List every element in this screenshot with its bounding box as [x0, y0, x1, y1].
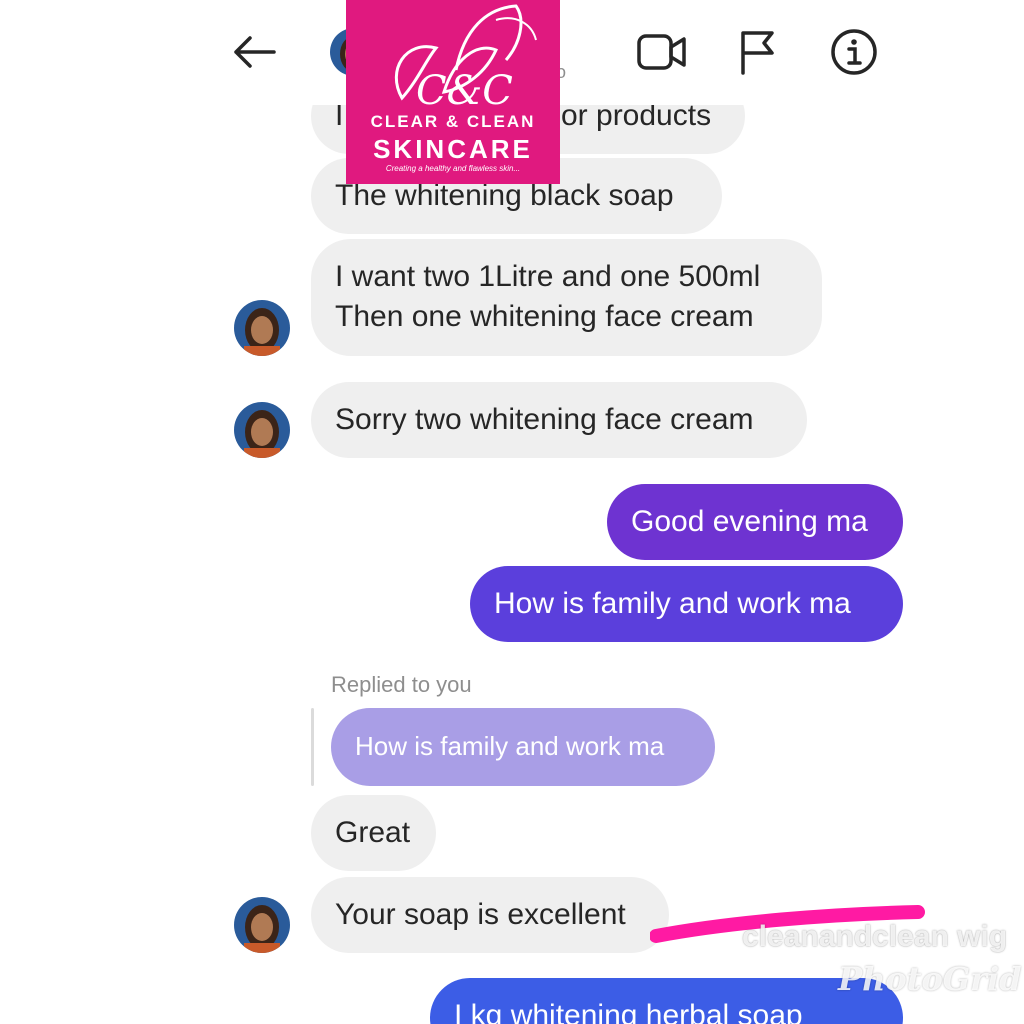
outgoing-message[interactable]: Good evening ma [607, 484, 903, 560]
avatar-image [234, 300, 290, 356]
video-call-button[interactable] [632, 22, 692, 82]
message-text: How is family and work ma [494, 587, 851, 620]
replied-to-label: Replied to you [331, 672, 472, 697]
svg-text:C&C: C&C [416, 68, 513, 114]
dm-screen: I or products The whitening black soap I… [0, 0, 1024, 1024]
avatar-image [234, 897, 290, 953]
back-button[interactable] [224, 22, 284, 82]
arrow-left-icon [234, 36, 276, 68]
reply-indicator-bar [311, 708, 314, 786]
outgoing-message[interactable]: I kg whitening herbal soap [430, 978, 903, 1024]
incoming-message[interactable]: Great [311, 795, 436, 871]
outgoing-message[interactable]: How is family and work ma [470, 566, 903, 642]
message-text: Then one whitening face cream [335, 300, 754, 333]
quoted-message[interactable]: How is family and work ma [331, 708, 715, 786]
flag-icon [741, 31, 774, 75]
message-text: I kg whitening herbal soap [454, 999, 803, 1024]
message-text: Good evening ma [631, 505, 868, 538]
report-button[interactable] [728, 22, 788, 82]
photogrid-watermark: PhotoGrid [838, 960, 1022, 998]
sender-avatar[interactable] [234, 300, 290, 356]
message-text: I want two 1Litre and one 500ml [335, 260, 761, 293]
sender-avatar[interactable] [234, 897, 290, 953]
message-text: Great [335, 816, 411, 849]
incoming-message[interactable]: I want two 1Litre and one 500ml Then one… [311, 239, 822, 356]
info-button[interactable] [824, 22, 884, 82]
incoming-message[interactable]: Sorry two whitening face cream [311, 382, 807, 458]
watermark-text: cleanandclean wig [742, 920, 1008, 953]
info-icon [831, 29, 877, 75]
sender-avatar[interactable] [234, 402, 290, 458]
brand-logo: C&C CLEAR & CLEAN SKINCARE Creating a he… [346, 0, 560, 184]
message-text: How is family and work ma [355, 731, 665, 761]
video-camera-icon [637, 34, 686, 70]
message-text: Sorry two whitening face cream [335, 403, 754, 436]
avatar-image [234, 402, 290, 458]
message-text: Your soap is excellent [335, 898, 626, 931]
incoming-message[interactable]: Your soap is excellent [311, 877, 669, 953]
